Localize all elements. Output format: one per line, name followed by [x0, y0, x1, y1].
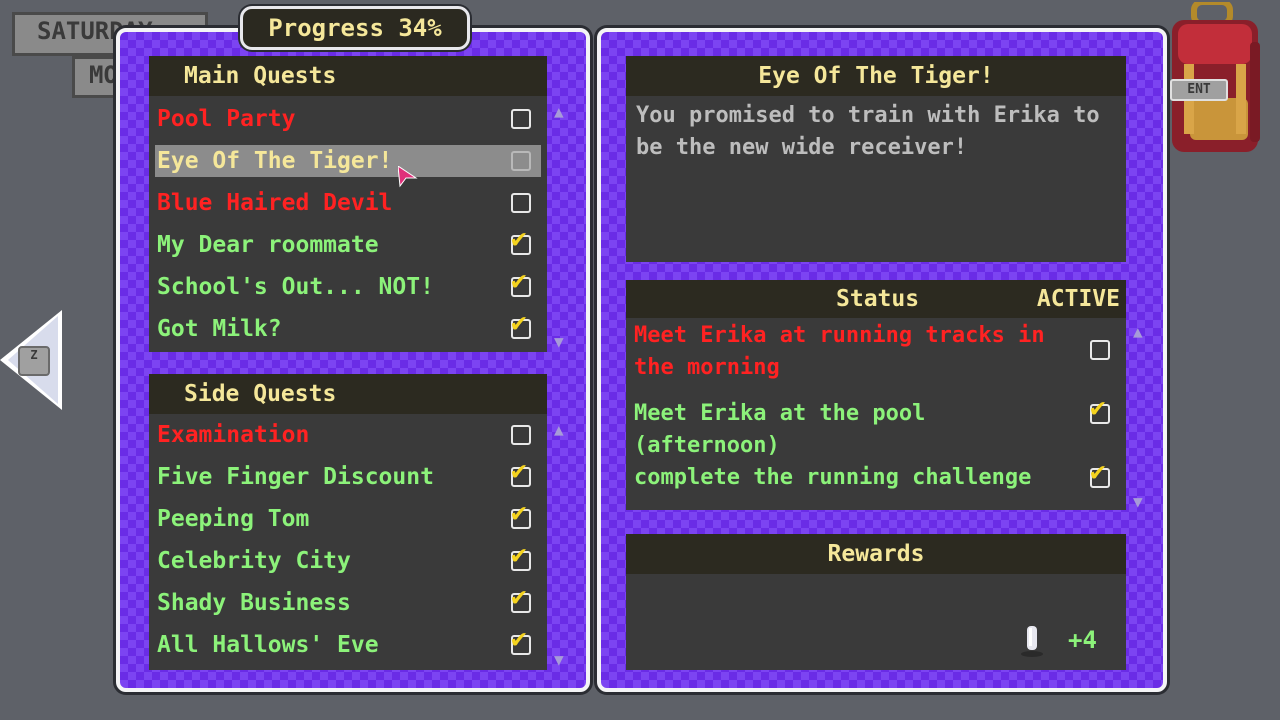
quest-checkbox: ✔: [511, 541, 531, 571]
quest-label: Pool Party: [157, 106, 296, 132]
quest-label: Got Milk?: [157, 316, 282, 342]
quest-checkbox: [511, 151, 531, 171]
quest-label: Blue Haired Devil: [157, 190, 393, 216]
rewards-box: Rewards +4: [626, 534, 1126, 670]
quest-checkbox: ✔: [511, 457, 531, 487]
quest-checkbox: [511, 425, 531, 445]
main-quest-item[interactable]: Blue Haired Devil: [155, 187, 541, 219]
side-quests-heading: Side Quests: [149, 374, 547, 414]
quest-label: Shady Business: [157, 590, 351, 616]
check-icon: ✔: [511, 624, 527, 654]
objective-checkbox: [1090, 340, 1110, 360]
main-quest-item[interactable]: Got Milk? ✔: [155, 309, 541, 345]
check-icon: ✔: [511, 456, 527, 486]
quest-checkbox: ✔: [511, 225, 531, 255]
back-button[interactable]: Z: [0, 310, 64, 410]
side-quest-item[interactable]: Peeping Tom ✔: [155, 499, 541, 535]
quest-description-box: Eye Of The Tiger! You promised to train …: [626, 56, 1126, 262]
quest-checkbox: ✔: [511, 625, 531, 655]
back-key-hint: Z: [18, 346, 50, 376]
objective-label: Meet Erika at the pool (afternoon): [634, 401, 926, 458]
main-quest-item[interactable]: Eye Of The Tiger!: [155, 145, 541, 177]
quest-checkbox: ✔: [511, 583, 531, 613]
main-quest-item[interactable]: My Dear roommate ✔: [155, 225, 541, 261]
quest-checkbox: ✔: [511, 267, 531, 297]
status-scroll-up-icon[interactable]: ▲: [1133, 324, 1143, 340]
main-quests-heading: Main Quests: [149, 56, 547, 96]
quest-label: My Dear roommate: [157, 232, 379, 258]
side-quest-item[interactable]: Celebrity City ✔: [155, 541, 541, 577]
main-scroll-up-icon[interactable]: ▲: [554, 104, 564, 120]
check-icon: ✔: [1090, 393, 1106, 423]
status-box: Status ACTIVE Meet Erika at running trac…: [626, 280, 1126, 510]
quest-description: You promised to train with Erika to be t…: [636, 103, 1100, 160]
quest-label: Examination: [157, 422, 310, 448]
rewards-heading: Rewards: [827, 541, 925, 567]
check-icon: ✔: [511, 540, 527, 570]
check-icon: ✔: [511, 582, 527, 612]
quest-checkbox: ✔: [511, 499, 531, 529]
quest-label: Eye Of The Tiger!: [157, 148, 393, 174]
main-scroll-down-icon[interactable]: ▼: [554, 334, 564, 350]
quest-title: Eye Of The Tiger!: [758, 63, 994, 89]
main-quest-item[interactable]: Pool Party: [155, 103, 541, 135]
back-key-label: Z: [30, 348, 38, 362]
objective-checkbox: ✔: [1090, 458, 1110, 488]
crystal-icon: [1020, 624, 1044, 662]
objective-item: Meet Erika at running tracks in the morn…: [632, 320, 1120, 384]
side-quest-item[interactable]: Shady Business ✔: [155, 583, 541, 619]
side-scroll-down-icon[interactable]: ▼: [554, 652, 564, 668]
quest-list-panel: Main Quests Pool Party Eye Of The Tiger! B…: [116, 28, 590, 692]
quest-checkbox: ✔: [511, 309, 531, 339]
check-icon: ✔: [511, 266, 527, 296]
objective-item: Meet Erika at the pool (afternoon) ✔: [632, 394, 1120, 458]
status-header: Status ACTIVE: [626, 280, 1126, 318]
objective-label: Meet Erika at running tracks in the morn…: [634, 323, 1045, 380]
inventory-key-label: ENT: [1187, 82, 1211, 97]
progress-badge: Progress 34%: [240, 6, 470, 50]
quest-checkbox: [511, 109, 531, 129]
main-quests-box: Main Quests Pool Party Eye Of The Tiger! B…: [149, 56, 547, 352]
check-icon: ✔: [1090, 457, 1106, 487]
quest-detail-panel: Eye Of The Tiger! You promised to train …: [597, 28, 1167, 692]
check-icon: ✔: [511, 224, 527, 254]
quest-label: All Hallows' Eve: [157, 632, 379, 658]
side-quest-item[interactable]: Examination: [155, 419, 541, 451]
check-icon: ✔: [511, 308, 527, 338]
status-heading: Status: [836, 286, 920, 312]
side-quest-item[interactable]: Five Finger Discount ✔: [155, 457, 541, 493]
side-quest-item[interactable]: All Hallows' Eve ✔: [155, 625, 541, 661]
quest-label: Celebrity City: [157, 548, 351, 574]
quest-title-bar: Eye Of The Tiger!: [626, 56, 1126, 96]
backpack-icon[interactable]: ENT: [1164, 0, 1264, 154]
quest-label: Peeping Tom: [157, 506, 310, 532]
main-quest-item[interactable]: School's Out... NOT! ✔: [155, 267, 541, 303]
quest-checkbox: [511, 193, 531, 213]
quest-label: Five Finger Discount: [157, 464, 434, 490]
quest-label: School's Out... NOT!: [157, 274, 434, 300]
inventory-key-hint: ENT: [1170, 79, 1228, 101]
reward-amount: +4: [1068, 626, 1097, 654]
status-scroll-down-icon[interactable]: ▼: [1133, 494, 1143, 510]
side-scroll-up-icon[interactable]: ▲: [554, 422, 564, 438]
objective-label: complete the running challenge: [634, 465, 1032, 490]
cursor-icon: [397, 164, 418, 192]
objective-item: complete the running challenge ✔: [632, 458, 1120, 494]
side-quests-box: Side Quests Examination Five Finger Disco…: [149, 374, 547, 670]
rewards-header: Rewards: [626, 534, 1126, 574]
objective-checkbox: ✔: [1090, 394, 1110, 424]
progress-label: Progress 34%: [268, 14, 442, 42]
check-icon: ✔: [511, 498, 527, 528]
status-state: ACTIVE: [1036, 286, 1120, 312]
